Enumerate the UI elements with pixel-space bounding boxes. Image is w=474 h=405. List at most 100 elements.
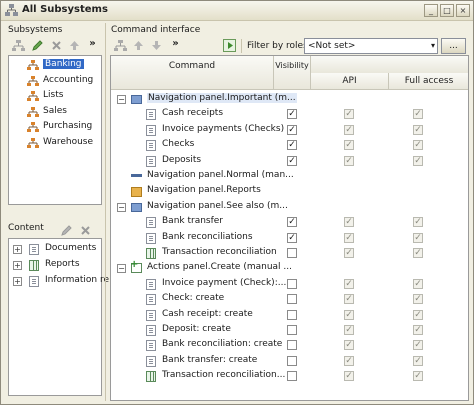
subsystem-item[interactable]: Banking [9,58,101,73]
pane-splitter[interactable] [105,23,106,401]
visibility-checkbox[interactable] [287,278,297,289]
command-row[interactable]: Invoice payment (Check):... ✓ ✓ [111,277,468,292]
full-access-checkbox[interactable]: ✓ [413,155,423,166]
api-checkbox[interactable]: ✓ [344,232,354,243]
restore-button[interactable]: □ [440,4,454,17]
full-access-checkbox[interactable]: ✓ [413,109,423,120]
subsystem-item[interactable]: Warehouse [9,136,101,151]
visibility-checkbox[interactable] [287,355,297,366]
subsystem-item[interactable]: Sales [9,105,101,120]
api-checkbox[interactable]: ✓ [344,217,354,228]
more-commands-button[interactable]: » [169,37,182,50]
command-row[interactable]: − Navigation panel.See also (m... [111,200,468,215]
command-row[interactable]: Navigation panel.Normal (man... [111,169,468,184]
minimize-button[interactable]: _ [424,4,438,17]
command-row[interactable]: Bank transfer: create ✓ ✓ [111,354,468,369]
command-row[interactable]: Invoice payments (Checks) ✓ ✓ ✓ [111,123,468,138]
api-checkbox[interactable]: ✓ [344,248,354,258]
visibility-checkbox[interactable] [287,248,297,258]
command-row[interactable]: Bank reconciliations ✓ ✓ ✓ [111,231,468,246]
visibility-checkbox[interactable]: ✓ [287,109,297,120]
edit-icon[interactable] [60,224,73,237]
content-item[interactable]: + Reports [9,258,101,273]
delete-icon[interactable] [79,224,92,237]
full-access-checkbox[interactable]: ✓ [413,232,423,243]
move-up-icon[interactable] [68,39,81,52]
api-checkbox[interactable]: ✓ [344,340,354,351]
visibility-checkbox[interactable] [287,371,297,382]
move-down-icon[interactable] [150,39,163,52]
full-access-checkbox[interactable]: ✓ [413,309,423,320]
full-access-checkbox[interactable]: ✓ [413,124,423,135]
content-tree[interactable]: + Documents + Reports + Information re [8,238,109,396]
collapse-icon[interactable]: − [117,95,126,104]
content-item[interactable]: + Documents [9,242,101,257]
command-row[interactable]: Transaction reconciliation ✓ ✓ [111,246,468,261]
api-checkbox[interactable]: ✓ [344,325,354,335]
subsystem-item[interactable]: Purchasing [9,120,101,135]
api-checkbox[interactable]: ✓ [344,140,354,151]
subsystem-item[interactable]: Accounting [9,74,101,89]
visibility-checkbox[interactable] [287,340,297,351]
content-item[interactable]: + Information re [9,274,109,289]
command-row[interactable]: − Navigation panel.Important (m... [111,92,468,107]
visibility-checkbox[interactable]: ✓ [287,155,297,166]
command-row[interactable]: − + Actions panel.Create (manual ... [111,259,468,276]
api-checkbox[interactable]: ✓ [344,355,354,366]
visibility-checkbox[interactable]: ✓ [287,217,297,228]
visibility-checkbox[interactable] [287,309,297,320]
hierarchy-icon[interactable] [12,39,25,52]
column-header-api[interactable]: API [311,73,389,90]
api-checkbox[interactable]: ✓ [344,309,354,320]
command-row[interactable]: Deposits ✓ ✓ ✓ [111,154,468,169]
api-checkbox[interactable]: ✓ [344,109,354,120]
visibility-checkbox[interactable]: ✓ [287,140,297,151]
command-row[interactable]: Bank reconciliation: create ✓ ✓ [111,338,468,353]
command-row[interactable]: Transaction reconciliation... ✓ ✓ [111,369,468,384]
column-header-full-access[interactable]: Full access [389,73,468,90]
chevron-down-icon[interactable]: ▾ [431,39,435,53]
close-button[interactable]: × [456,4,470,17]
title-bar[interactable]: All Subsystems _ □ × [1,1,473,21]
run-icon[interactable] [223,39,236,52]
hierarchy-icon[interactable] [114,39,127,52]
move-up-icon[interactable] [132,39,145,52]
full-access-checkbox[interactable]: ✓ [413,217,423,228]
visibility-checkbox[interactable]: ✓ [287,232,297,243]
expand-icon[interactable]: + [13,277,22,286]
delete-icon[interactable] [50,39,63,52]
subsystems-tree[interactable]: Banking Accounting Lists Sales Purchasing War… [8,55,102,205]
api-checkbox[interactable]: ✓ [344,124,354,135]
command-row[interactable]: Cash receipts ✓ ✓ ✓ [111,107,468,122]
full-access-checkbox[interactable]: ✓ [413,371,423,382]
filter-by-roles-select[interactable]: <Not set> ▾ [304,38,438,54]
command-row[interactable]: Cash receipt: create ✓ ✓ [111,308,468,323]
command-row[interactable]: Deposit: create ✓ ✓ [111,323,468,338]
command-row[interactable]: Bank transfer ✓ ✓ ✓ [111,215,468,230]
visibility-checkbox[interactable]: ✓ [287,124,297,135]
command-row[interactable]: Checks ✓ ✓ ✓ [111,138,468,153]
full-access-checkbox[interactable]: ✓ [413,140,423,151]
edit-icon[interactable] [31,39,44,52]
full-access-checkbox[interactable]: ✓ [413,294,423,305]
api-checkbox[interactable]: ✓ [344,278,354,289]
full-access-checkbox[interactable]: ✓ [413,248,423,258]
column-header-visibility[interactable]: Visibility [274,56,311,90]
collapse-icon[interactable]: − [117,202,126,212]
expand-icon[interactable]: + [13,261,22,270]
expand-icon[interactable]: + [13,245,22,254]
subsystem-item[interactable]: Lists [9,89,101,104]
more-commands-button[interactable]: » [86,37,99,50]
visibility-checkbox[interactable] [287,294,297,305]
api-checkbox[interactable]: ✓ [344,371,354,382]
api-checkbox[interactable]: ✓ [344,155,354,166]
command-grid[interactable]: Command Visibility API Full access − Navi… [110,55,469,401]
full-access-checkbox[interactable]: ✓ [413,355,423,366]
full-access-checkbox[interactable]: ✓ [413,325,423,335]
full-access-checkbox[interactable]: ✓ [413,278,423,289]
command-row[interactable]: Navigation panel.Reports [111,184,468,199]
filter-select-button[interactable]: ... [441,38,466,54]
full-access-checkbox[interactable]: ✓ [413,340,423,351]
command-row[interactable]: Check: create ✓ ✓ [111,292,468,307]
column-header-command[interactable]: Command [111,56,274,90]
